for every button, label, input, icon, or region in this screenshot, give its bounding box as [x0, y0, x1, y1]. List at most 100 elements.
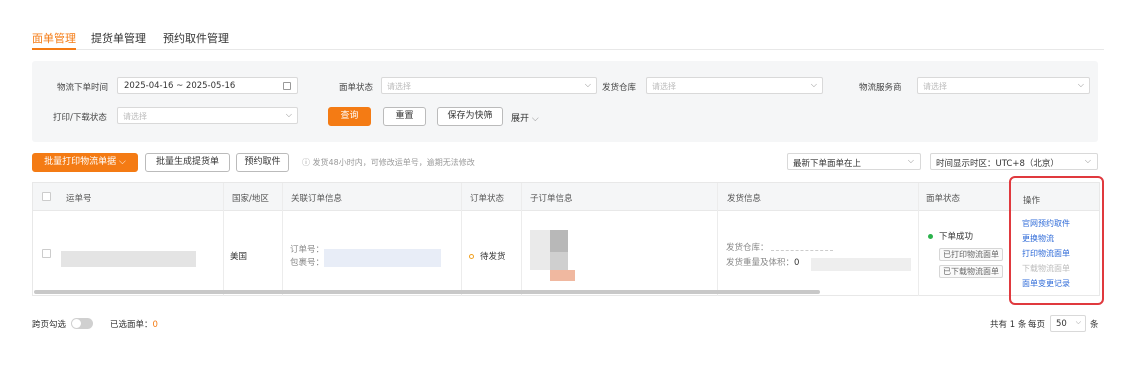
reset-button[interactable]: 重置	[383, 107, 426, 126]
product-image-part	[550, 230, 568, 252]
chevron-down-icon: ⌵	[1084, 156, 1091, 165]
save-shortcut-button[interactable]: 保存为快筛	[437, 107, 503, 126]
selected-count: 已选面单：0	[110, 318, 158, 330]
timezone-value: 时间显示时区：UTC+8（北京）	[936, 159, 1059, 169]
header-order-status: 订单状态	[470, 194, 505, 204]
pending-dot-icon	[469, 254, 474, 259]
chevron-down-icon: ⌵	[1075, 318, 1081, 326]
warehouse-select[interactable]: 请选择 ⌵	[646, 77, 823, 94]
chevron-down-icon: ⌵	[584, 80, 591, 89]
sort-value: 最新下单面单在上	[793, 159, 862, 169]
label-status: 下单成功	[928, 230, 973, 242]
chevron-down-icon: ⌵	[907, 156, 914, 165]
chevron-down-icon: ⌵	[285, 110, 292, 119]
timezone-select[interactable]: 时间显示时区：UTC+8（北京） ⌵	[930, 153, 1098, 170]
ship-weight-value: 0	[794, 258, 800, 268]
page-size-select[interactable]: 50 ⌵	[1050, 315, 1086, 332]
warehouse-placeholder: 请选择	[652, 82, 676, 91]
column-divider	[282, 183, 283, 296]
toggle-knob	[72, 319, 81, 328]
ship-warehouse-value	[771, 250, 833, 251]
header-country: 国家/地区	[232, 194, 269, 204]
success-dot-icon	[928, 234, 933, 239]
order-status: 待发货	[469, 250, 506, 262]
header-label-status: 面单状态	[926, 194, 961, 204]
info-icon: ⓘ	[302, 158, 310, 167]
calendar-icon	[283, 82, 291, 90]
print-status-placeholder: 请选择	[123, 112, 147, 121]
total-count: 共有 1 条	[990, 318, 1026, 330]
chevron-down-icon: ⌵	[1077, 80, 1084, 89]
row-country: 美国	[230, 252, 248, 262]
filter-panel: 物流下单时间 2025-04-16 ~ 2025-05-16 面单状态 请选择 …	[32, 61, 1098, 142]
tab-label-management[interactable]: 面单管理	[32, 30, 76, 46]
label-status-select[interactable]: 请选择 ⌵	[381, 77, 597, 94]
selected-label: 已选面单：	[110, 320, 153, 330]
header-shipping-info: 发货信息	[727, 194, 762, 204]
per-page-suffix: 条	[1090, 320, 1099, 330]
package-no-label: 包裹号：	[290, 258, 325, 268]
header-sub-order: 子订单信息	[530, 194, 573, 204]
active-tab-indicator	[32, 48, 76, 50]
print-status-label: 打印/下载状态	[53, 113, 107, 123]
shipping-info-redacted	[811, 258, 911, 271]
batch-print-button[interactable]: 批量打印物流单据 ⌵	[32, 153, 138, 172]
printed-tag: 已打印物流面单	[939, 248, 1003, 261]
column-divider	[461, 183, 462, 296]
column-divider	[521, 183, 522, 296]
per-page-prefix: 每页	[1028, 320, 1046, 330]
schedule-pickup-button[interactable]: 预约取件	[236, 153, 289, 172]
print-status-select[interactable]: 请选择 ⌵	[117, 107, 298, 124]
order-info-redacted	[324, 249, 441, 267]
expand-label: 展开	[511, 114, 530, 124]
actions-highlight-box	[1009, 176, 1104, 305]
order-time-label: 物流下单时间	[57, 83, 109, 93]
service-provider-select[interactable]: 请选择 ⌵	[917, 77, 1090, 94]
product-image-part	[550, 270, 575, 281]
total-value: 1	[1009, 320, 1016, 330]
label-status-label: 面单状态	[339, 83, 374, 93]
cross-page-toggle[interactable]	[71, 318, 93, 329]
service-provider-label: 物流服务商	[859, 83, 902, 93]
column-divider	[717, 183, 718, 296]
order-time-range-picker[interactable]: 2025-04-16 ~ 2025-05-16	[117, 77, 298, 94]
total-prefix: 共有	[990, 320, 1008, 330]
header-related-order: 关联订单信息	[291, 194, 343, 204]
expand-toggle[interactable]: 展开 ⌵	[511, 111, 539, 124]
column-divider	[918, 183, 919, 296]
tracking-no-redacted	[61, 251, 196, 267]
product-image[interactable]	[530, 230, 551, 270]
batch-pickup-button[interactable]: 批量生成提货单	[145, 153, 230, 172]
order-time-value: 2025-04-16 ~ 2025-05-16	[124, 81, 236, 91]
column-divider	[223, 183, 224, 296]
warehouse-label: 发货仓库	[602, 83, 637, 93]
tab-scheduled-pickup[interactable]: 预约取件管理	[163, 30, 229, 46]
query-button[interactable]: 查询	[328, 107, 371, 126]
downloaded-tag: 已下载物流面单	[939, 265, 1003, 278]
tab-bar: 面单管理 提货单管理 预约取件管理	[32, 28, 1104, 50]
page-size-value: 50	[1056, 319, 1067, 329]
sort-select[interactable]: 最新下单面单在上 ⌵	[787, 153, 921, 170]
label-status-placeholder: 请选择	[387, 82, 411, 91]
cross-page-label: 跨页勾选	[32, 320, 67, 330]
tab-pickup-management[interactable]: 提货单管理	[91, 30, 146, 46]
ship-warehouse-label: 发货仓库：	[726, 243, 769, 253]
order-no-label: 订单号：	[290, 245, 325, 255]
edit-hint: ⓘ 发货48小时内，可修改运单号，逾期无法修改	[302, 157, 475, 168]
edit-hint-text: 发货48小时内，可修改运单号，逾期无法修改	[312, 158, 475, 167]
chevron-down-icon: ⌵	[810, 80, 817, 89]
service-provider-placeholder: 请选择	[923, 82, 947, 91]
header-tracking-no: 运单号	[66, 194, 92, 204]
batch-print-label: 批量打印物流单据	[44, 157, 117, 167]
horizontal-scrollbar[interactable]	[34, 290, 820, 294]
ship-weight-label-text: 发货重量及体积：	[726, 258, 795, 268]
chevron-down-icon: ⌵	[531, 114, 539, 124]
order-status-text: 待发货	[480, 252, 506, 262]
table-header: 运单号 国家/地区 关联订单信息 订单状态 子订单信息 发货信息 面单状态 操作	[33, 183, 1099, 211]
total-suffix: 条	[1017, 320, 1027, 330]
select-all-checkbox[interactable]	[42, 192, 51, 201]
row-checkbox[interactable]	[42, 249, 51, 258]
product-image-part	[550, 252, 568, 270]
ship-weight-label: 发货重量及体积：0	[726, 256, 799, 268]
selected-count-value: 0	[152, 320, 158, 330]
